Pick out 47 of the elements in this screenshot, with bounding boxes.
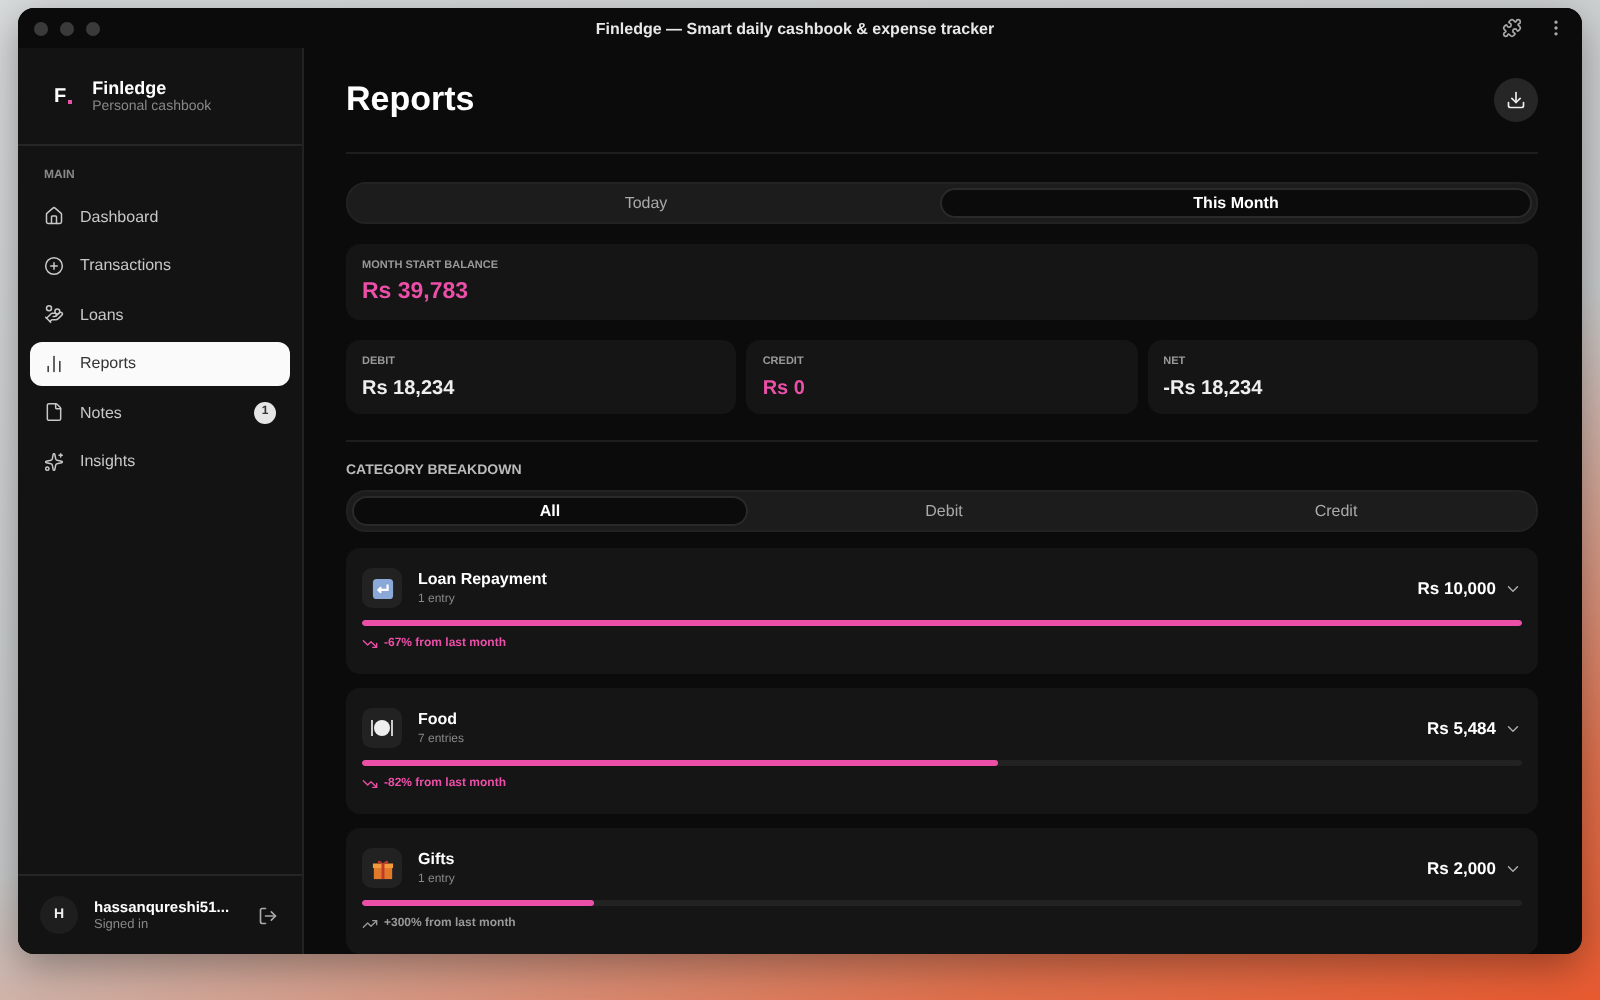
logout-icon xyxy=(258,905,278,925)
sidebar-item[interactable]: Reports xyxy=(30,341,290,386)
category-name: Gifts xyxy=(418,850,455,868)
stat-value: Rs 0 xyxy=(762,378,807,401)
balance-value: Rs 39,783 xyxy=(362,279,471,304)
period-tab[interactable]: This Month xyxy=(940,188,1532,218)
category-amount: Rs 2,000 xyxy=(1427,858,1496,878)
sidebar-item[interactable]: Transactions xyxy=(30,243,290,288)
sidebar-item-label: Transactions xyxy=(80,256,173,275)
sidebar-item-label: Reports xyxy=(80,354,139,373)
chart-icon xyxy=(44,353,64,374)
download-button[interactable] xyxy=(1494,78,1538,123)
note-icon xyxy=(44,402,64,423)
window-title: Finledge — Smart daily cashbook & expense tracker xyxy=(593,19,997,37)
category-amount: Rs 10,000 xyxy=(1417,578,1496,598)
filter-tab[interactable]: All xyxy=(352,496,748,526)
logout-button[interactable] xyxy=(258,905,278,925)
app-name: Finledge xyxy=(92,78,169,98)
return-arrow-icon xyxy=(371,577,393,599)
page-title: Reports xyxy=(346,80,475,121)
filter-tab[interactable]: Debit xyxy=(748,496,1140,526)
stat-value: -Rs 18,234 xyxy=(1163,378,1265,401)
add-icon xyxy=(44,255,64,276)
sidebar-item-label: Dashboard xyxy=(80,207,161,226)
sparkle-icon xyxy=(44,451,64,472)
sidebar-item-label: Loans xyxy=(80,305,126,324)
plate-icon xyxy=(370,718,394,738)
period-tab[interactable]: Today xyxy=(352,188,940,218)
sidebar-item[interactable]: Dashboard xyxy=(30,194,290,239)
sidebar-item[interactable]: Loans xyxy=(30,292,290,337)
coins-icon xyxy=(44,304,64,325)
sidebar-item-label: Notes xyxy=(80,403,124,422)
home-icon xyxy=(44,206,64,227)
stat-value: Rs 18,234 xyxy=(362,378,457,401)
category-name: Loan Repayment xyxy=(418,570,547,588)
download-icon xyxy=(1506,90,1526,111)
trend-down-icon xyxy=(362,776,378,792)
app-logo: F xyxy=(54,85,73,107)
sidebar-item[interactable]: Insights xyxy=(30,439,290,484)
sidebar-item-label: Insights xyxy=(80,452,138,471)
category-name: Food xyxy=(418,710,460,728)
trend-down-icon xyxy=(362,636,378,652)
puzzle-icon[interactable] xyxy=(1502,18,1522,38)
category-amount: Rs 5,484 xyxy=(1427,718,1496,738)
trend-up-icon xyxy=(362,916,378,932)
filter-tab[interactable]: Credit xyxy=(1140,496,1532,526)
gift-icon xyxy=(371,857,393,879)
